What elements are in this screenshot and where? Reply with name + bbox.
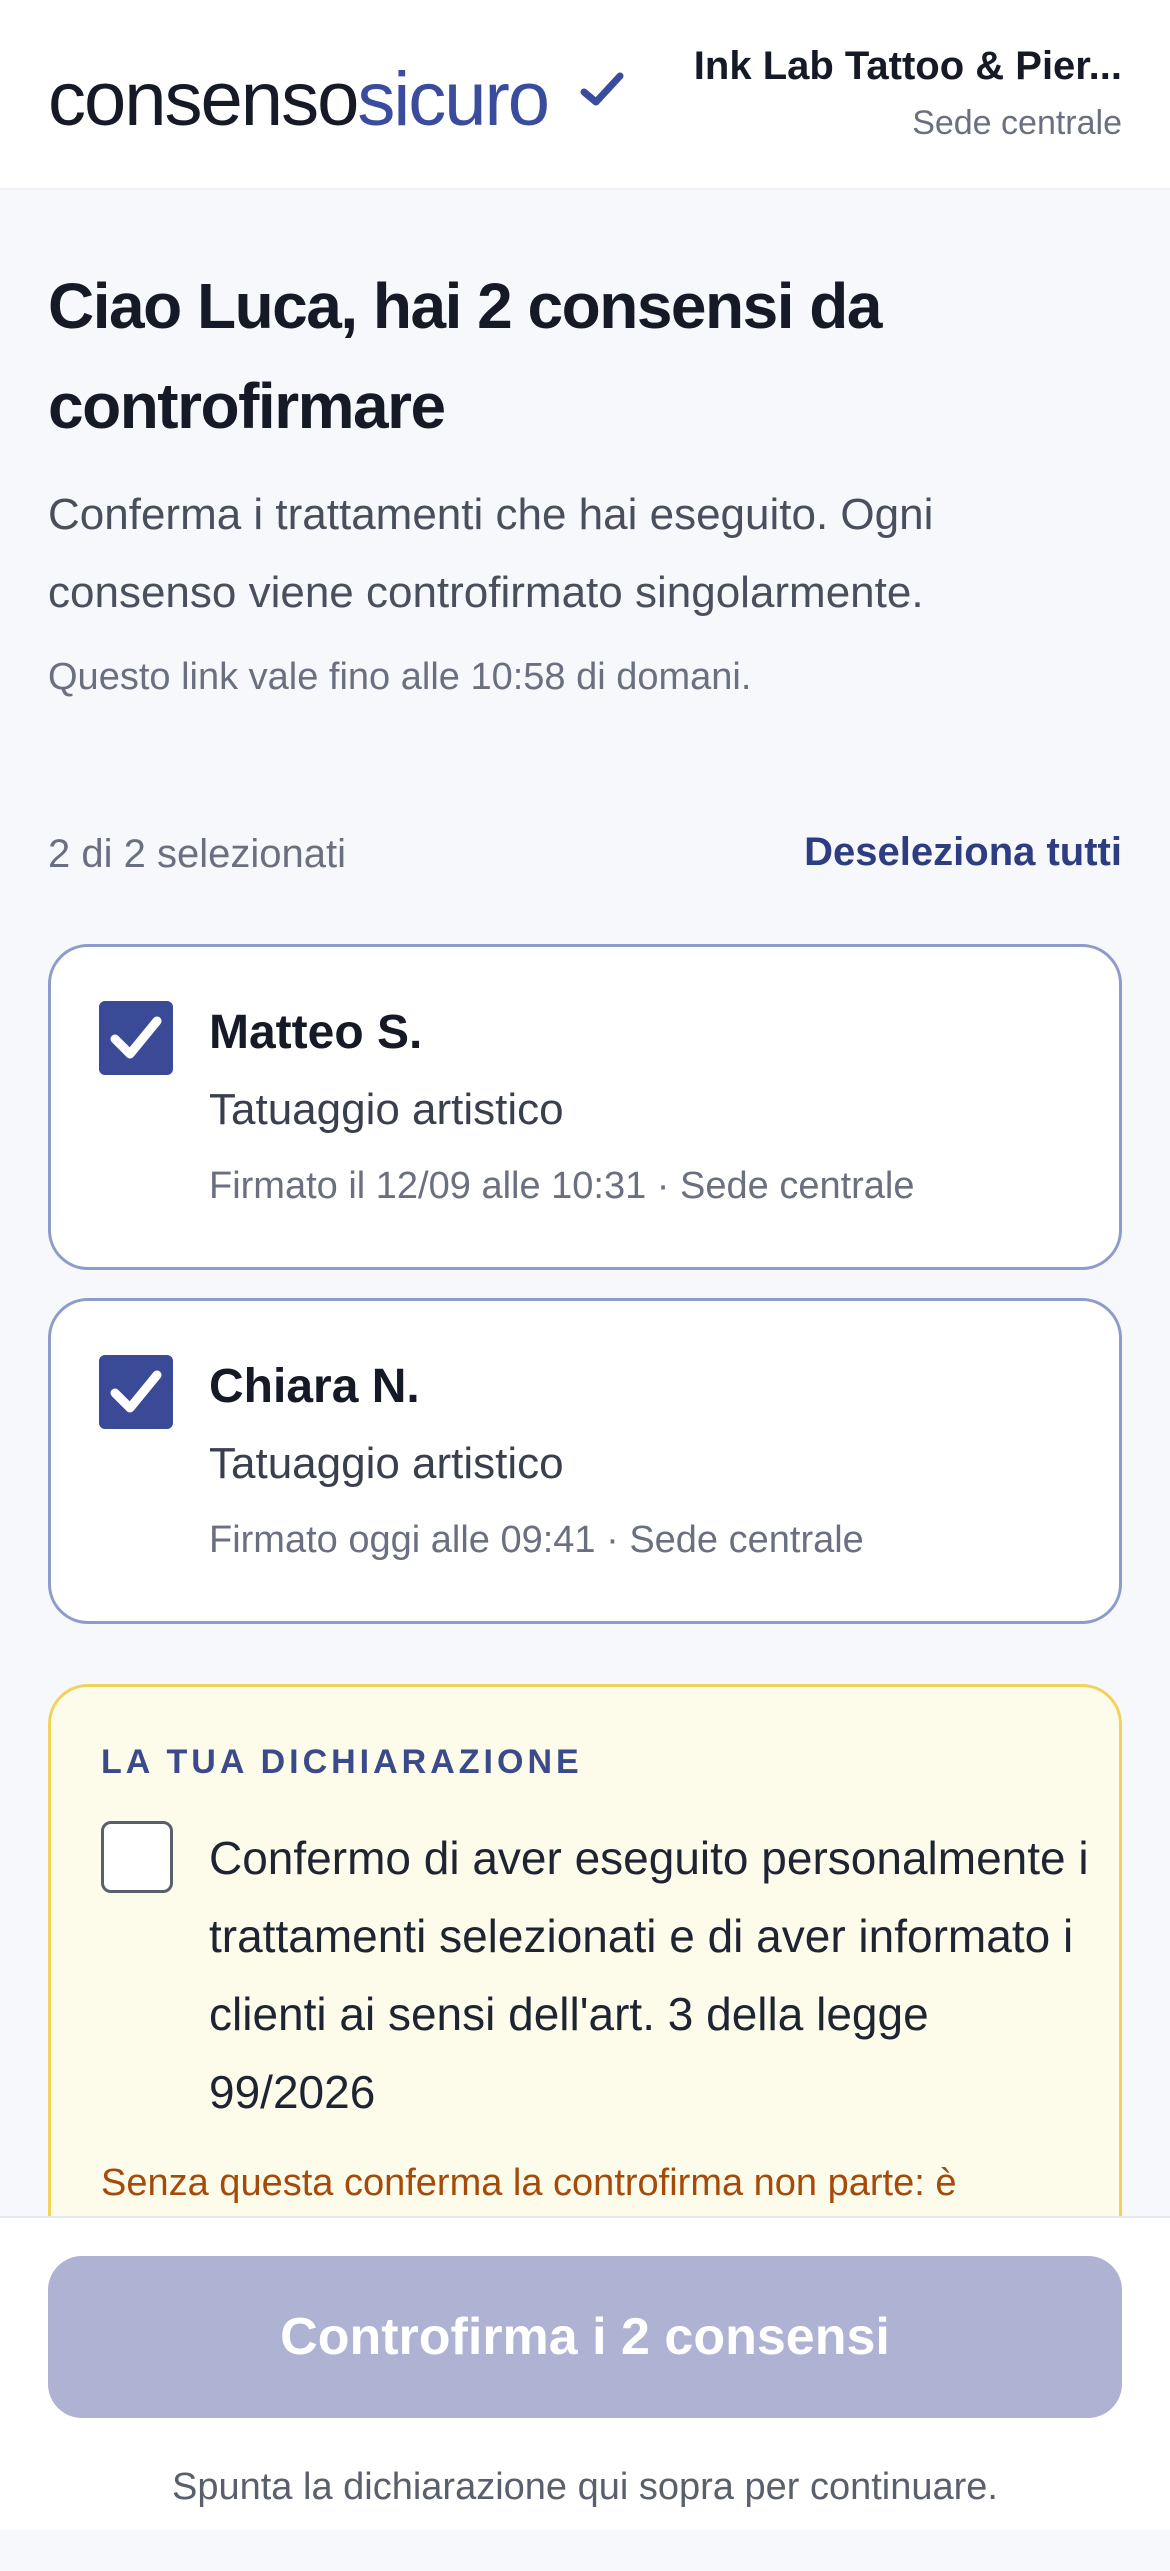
app-header: consensosicuro Ink Lab Tattoo & Pier... … bbox=[0, 0, 1170, 190]
action-footer: Controfirma i 2 consensi Spunta la dichi… bbox=[0, 2216, 1170, 2571]
logo-text-sicuro: sicuro bbox=[357, 57, 550, 142]
countersign-button[interactable]: Controfirma i 2 consensi bbox=[48, 2256, 1122, 2418]
consent-card[interactable]: Matteo S. Tatuaggio artistico Firmato il… bbox=[48, 944, 1122, 1270]
logo-check-icon bbox=[580, 72, 624, 106]
treatment-type: Tatuaggio artistico bbox=[209, 1439, 564, 1488]
business-name: Ink Lab Tattoo & Pier... bbox=[693, 44, 1122, 88]
page-title: Ciao Luca, hai 2 consensi da controfirma… bbox=[48, 270, 882, 442]
consent-checkbox[interactable] bbox=[99, 1355, 173, 1429]
declaration-warning: Senza questa conferma la controfirma non… bbox=[101, 2162, 957, 2204]
intro-text: Conferma i trattamenti che hai eseguito.… bbox=[48, 490, 934, 617]
link-expiry-text: Questo link vale fino alle 10:58 di doma… bbox=[48, 656, 752, 698]
signature-meta: Firmato il 12/09 alle 10:31 · Sede centr… bbox=[209, 1165, 915, 1207]
declaration-text: Confermo di aver eseguito personalmente … bbox=[209, 1832, 1089, 2118]
checkmark-icon bbox=[110, 1370, 162, 1413]
deselect-all-link[interactable]: Deseleziona tutti bbox=[804, 830, 1122, 875]
declaration-checkbox[interactable] bbox=[101, 1821, 173, 1893]
logo-text-consenso: consenso bbox=[48, 57, 359, 142]
client-name: Chiara N. bbox=[209, 1360, 420, 1413]
brand-logo: consensosicuro bbox=[48, 56, 550, 144]
bottom-safe-area bbox=[0, 2530, 1170, 2571]
selection-count: 2 di 2 selezionati bbox=[48, 832, 346, 876]
declaration-heading: LA TUA DICHIARAZIONE bbox=[101, 1743, 583, 1781]
treatment-type: Tatuaggio artistico bbox=[209, 1085, 564, 1134]
consent-card[interactable]: Chiara N. Tatuaggio artistico Firmato og… bbox=[48, 1298, 1122, 1624]
checkmark-icon bbox=[110, 1016, 162, 1059]
signature-meta: Firmato oggi alle 09:41 · Sede centrale bbox=[209, 1519, 864, 1561]
client-name: Matteo S. bbox=[209, 1006, 423, 1059]
footer-hint: Spunta la dichiarazione qui sopra per co… bbox=[172, 2466, 998, 2508]
consent-checkbox[interactable] bbox=[99, 1001, 173, 1075]
business-location: Sede centrale bbox=[912, 104, 1122, 142]
